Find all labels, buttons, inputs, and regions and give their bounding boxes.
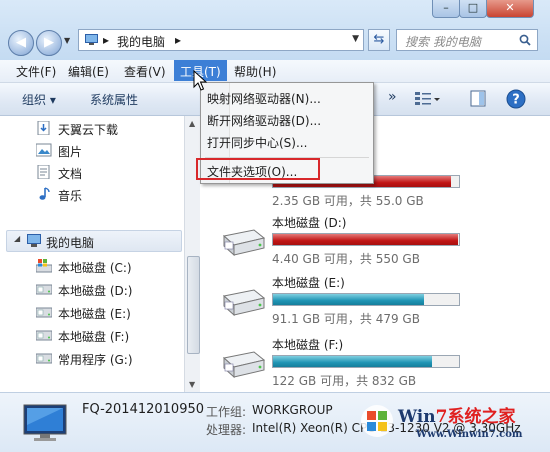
close-button[interactable]: ✕ xyxy=(486,0,534,18)
forward-button[interactable]: ▶ xyxy=(36,30,62,56)
address-bar[interactable]: ▸ 我的电脑 ▸ ▼ xyxy=(78,29,364,51)
computer-icon xyxy=(27,234,41,247)
title-bar: – □ ✕ ◀ ▶ ▼ ▸ 我的电脑 ▸ ▼ ⇆ 搜索 我的电脑 xyxy=(0,0,550,60)
navigation-pane: 天翼云下载 图片 文档 音乐 ◢ 我的电脑 本地磁盘 (C:) 本地磁盘 (D:… xyxy=(0,116,186,392)
workgroup-value: WORKGROUP xyxy=(252,403,333,417)
drive-icon xyxy=(36,307,52,318)
scroll-down-icon[interactable]: ▼ xyxy=(189,380,195,389)
menu-bar: 文件(F) 编辑(E) 查看(V) 工具(T) 帮助(H) xyxy=(0,60,550,83)
drive-icon xyxy=(222,351,266,379)
address-history-chevron-icon[interactable]: ▼ xyxy=(352,34,359,44)
site-watermark: Win7系统之家 Www.Winwin7.com xyxy=(360,400,546,448)
organize-button[interactable]: 组织 ▾ xyxy=(22,91,56,108)
menu-file[interactable]: 文件(F) xyxy=(16,63,56,80)
nav-my-computer[interactable]: ◢ 我的电脑 xyxy=(14,233,174,251)
workgroup-label: 工作组: xyxy=(206,405,247,419)
drive-tile[interactable]: 本地磁盘 (D:) 4.40 GB 可用，共 550 GB xyxy=(220,214,465,272)
menu-item-open-sync-center[interactable]: 打开同步中心(S)... xyxy=(207,134,307,151)
maximize-button[interactable]: □ xyxy=(459,0,487,18)
windows-logo-icon xyxy=(361,405,393,437)
recent-pages-chevron-icon[interactable]: ▼ xyxy=(64,36,70,45)
svg-text:?: ? xyxy=(512,93,520,108)
view-options-icon[interactable] xyxy=(414,90,440,108)
search-box[interactable]: 搜索 我的电脑 xyxy=(396,29,538,51)
drive-tile[interactable]: 本地磁盘 (E:) 91.1 GB 可用，共 479 GB xyxy=(220,274,465,332)
drive-usage-fill xyxy=(273,356,432,367)
refresh-button[interactable]: ⇆ xyxy=(368,29,390,51)
toolbar-overflow-button[interactable]: » xyxy=(388,89,397,105)
back-button[interactable]: ◀ xyxy=(8,30,34,56)
drive-icon xyxy=(36,330,52,341)
drive-size-text: 2.35 GB 可用，共 55.0 GB xyxy=(272,194,424,208)
search-placeholder: 搜索 我的电脑 xyxy=(405,35,481,49)
drive-icon xyxy=(222,229,266,257)
pictures-icon xyxy=(36,143,52,157)
address-segment-my-computer[interactable]: 我的电脑 xyxy=(117,33,165,50)
computer-monitor-icon xyxy=(23,404,67,441)
drive-icon xyxy=(36,284,52,295)
drive-size-text: 91.1 GB 可用，共 479 GB xyxy=(272,312,420,326)
scrollbar-thumb[interactable] xyxy=(187,256,200,354)
explorer-window: – □ ✕ ◀ ▶ ▼ ▸ 我的电脑 ▸ ▼ ⇆ 搜索 我的电脑 文件(F) 编… xyxy=(0,0,550,452)
windows-drive-icon xyxy=(36,259,52,273)
drive-tile[interactable]: 本地磁盘 (F:) 122 GB 可用，共 832 GB xyxy=(220,336,465,394)
drive-name: 本地磁盘 (F:) xyxy=(272,338,344,352)
scroll-up-icon[interactable]: ▲ xyxy=(189,119,195,128)
watermark-url: Www.Winwin7.com xyxy=(416,429,523,440)
music-icon xyxy=(39,187,50,200)
menu-edit[interactable]: 编辑(E) xyxy=(68,63,109,80)
drive-usage-bar xyxy=(272,293,460,306)
computer-icon xyxy=(85,34,98,45)
preview-pane-icon[interactable] xyxy=(470,90,486,108)
mouse-cursor-icon xyxy=(193,70,207,91)
watermark-title: Win7系统之家 xyxy=(398,407,516,427)
drive-usage-fill xyxy=(273,234,458,245)
computer-name: FQ-201412010950 xyxy=(82,402,205,417)
drive-usage-bar xyxy=(272,233,460,246)
system-properties-button[interactable]: 系统属性 xyxy=(90,91,138,108)
menu-item-map-network-drive[interactable]: 映射网络驱动器(N)... xyxy=(207,90,321,107)
refresh-icon: ⇆ xyxy=(373,32,385,47)
drive-size-text: 4.40 GB 可用，共 550 GB xyxy=(272,252,420,266)
cpu-label: 处理器: xyxy=(206,423,247,437)
drive-usage-bar xyxy=(272,355,460,368)
help-icon[interactable]: ? xyxy=(506,89,526,109)
drive-name: 本地磁盘 (E:) xyxy=(272,276,345,290)
menu-help[interactable]: 帮助(H) xyxy=(234,63,276,80)
download-icon xyxy=(37,121,50,135)
folder-options-highlight-box xyxy=(196,158,320,180)
drive-icon xyxy=(222,289,266,317)
address-separator-icon[interactable]: ▸ xyxy=(103,33,109,47)
drive-icon xyxy=(36,353,52,364)
documents-icon xyxy=(37,165,50,179)
search-icon[interactable] xyxy=(519,34,531,46)
menu-view[interactable]: 查看(V) xyxy=(124,63,166,80)
menu-item-disconnect-network-drive[interactable]: 断开网络驱动器(D)... xyxy=(207,112,321,129)
address-separator-icon[interactable]: ▸ xyxy=(175,33,181,47)
minimize-button[interactable]: – xyxy=(432,0,460,18)
collapse-triangle-icon[interactable]: ◢ xyxy=(14,234,20,243)
drive-name: 本地磁盘 (D:) xyxy=(272,216,347,230)
drive-usage-fill xyxy=(273,294,424,305)
drive-size-text: 122 GB 可用，共 832 GB xyxy=(272,374,417,388)
